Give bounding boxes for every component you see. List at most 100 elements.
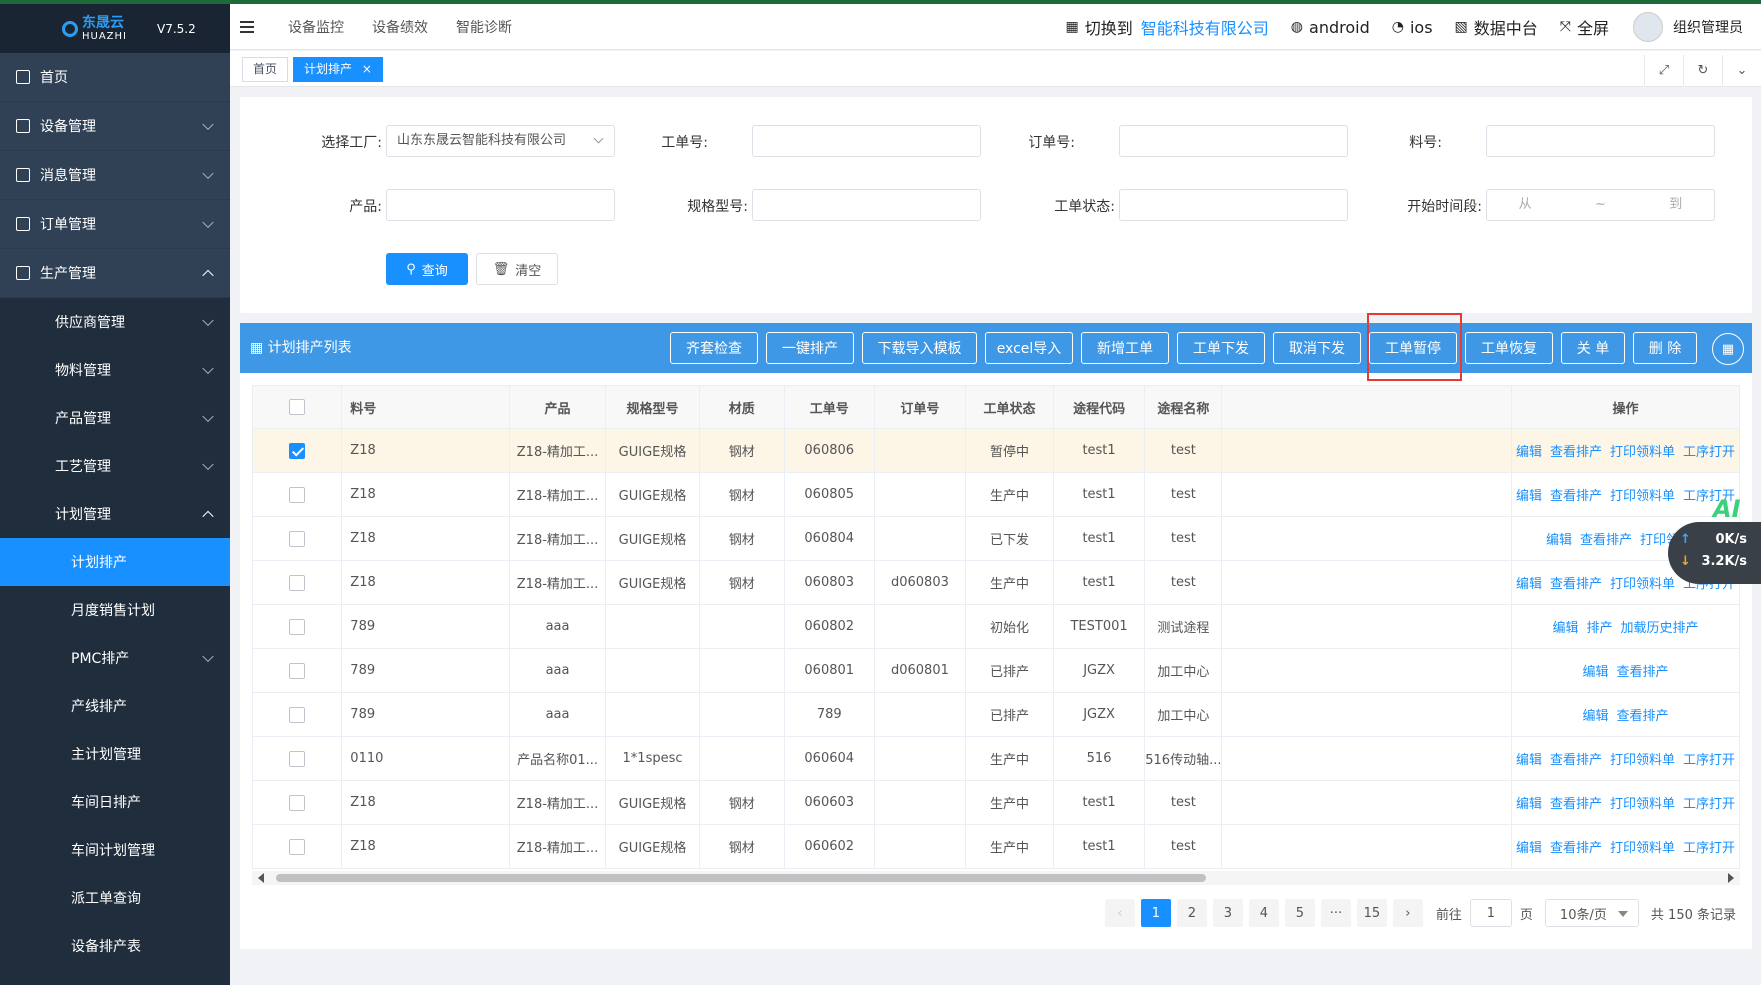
cancel-issue-button[interactable]: 取消下发 (1273, 332, 1361, 364)
sidebar-item-master-plan[interactable]: 主计划管理 (0, 730, 230, 778)
excel-import-button[interactable]: excel导入 (985, 332, 1073, 364)
row-action-link[interactable]: 编辑 (1516, 577, 1542, 592)
scroll-left-icon[interactable] (258, 873, 264, 883)
page-button[interactable]: 5 (1284, 899, 1315, 927)
resume-work-order-button[interactable]: 工单恢复 (1465, 332, 1553, 364)
factory-select[interactable]: 山东东晟云智能科技有限公司 (386, 125, 615, 157)
row-action-link[interactable]: 查看排产 (1550, 489, 1602, 504)
row-action-link[interactable]: 查看排产 (1550, 753, 1602, 768)
row-checkbox[interactable] (289, 794, 306, 811)
row-checkbox[interactable] (289, 442, 306, 459)
row-action-link[interactable]: 编辑 (1546, 533, 1572, 548)
spec-input[interactable] (752, 189, 981, 221)
hamburger-icon[interactable] (240, 20, 254, 33)
sidebar-item-supplier[interactable]: 供应商管理 (0, 298, 230, 346)
nav-device-monitor[interactable]: 设备监控 (288, 17, 344, 37)
row-checkbox[interactable] (289, 486, 306, 503)
row-action-link[interactable]: 工序打开 (1683, 445, 1735, 460)
company-name[interactable]: 智能科技有限公司 (1141, 15, 1269, 39)
row-action-link[interactable]: 编辑 (1516, 841, 1542, 856)
row-action-link[interactable]: 查看排产 (1550, 577, 1602, 592)
sidebar-item-material[interactable]: 物料管理 (0, 346, 230, 394)
product-input[interactable] (386, 189, 615, 221)
nav-device-performance[interactable]: 设备绩效 (372, 17, 428, 37)
period-range-input[interactable]: 从 ~ 到 (1486, 189, 1715, 221)
page-button[interactable]: 3 (1212, 899, 1243, 927)
page-size-select[interactable]: 10条/页 (1544, 899, 1639, 927)
query-button[interactable]: ⚲ 查询 (386, 253, 468, 285)
sidebar-item-line-scheduling[interactable]: 产线排产 (0, 682, 230, 730)
table-row[interactable]: Z18 Z18-精加工... GUIGE规格 钢材 060603 生产中 test1 test… (251, 780, 1741, 825)
row-action-link[interactable]: 查看排产 (1550, 797, 1602, 812)
issue-work-order-button[interactable]: 工单下发 (1177, 332, 1265, 364)
add-work-order-button[interactable]: 新增工单 (1081, 332, 1169, 364)
sidebar-item-production[interactable]: 生产管理 (0, 249, 230, 298)
close-icon[interactable]: × (362, 62, 372, 76)
table-row[interactable]: Z18 Z18-精加工... GUIGE规格 钢材 060804 已下发 test1 test… (251, 516, 1741, 561)
row-action-link[interactable]: 查看排产 (1616, 665, 1668, 680)
sidebar-item-pmc[interactable]: PMC排产 (0, 634, 230, 682)
table-row[interactable]: 0110 产品名称01... 1*1spesc 060604 生产中 516 516传动轴.… (251, 736, 1741, 781)
table-row[interactable]: 789 aaa 060802 初始化 TEST001 测试途程 编辑 排产 加载历史排产 (251, 604, 1741, 649)
row-checkbox[interactable] (289, 618, 306, 635)
row-action-link[interactable]: 编辑 (1552, 621, 1578, 636)
scroll-thumb[interactable] (276, 874, 1206, 882)
row-action-link[interactable]: 编辑 (1516, 445, 1542, 460)
ios-link[interactable]: ◔ ios (1392, 18, 1433, 37)
next-page-button[interactable]: › (1392, 899, 1423, 927)
sidebar-item-device[interactable]: 设备管理 (0, 102, 230, 151)
row-action-link[interactable]: 打印领料单 (1610, 489, 1675, 504)
row-action-link[interactable]: 工序打开 (1683, 753, 1735, 768)
table-row[interactable]: Z18 Z18-精加工... GUIGE规格 钢材 060602 生产中 test1 test… (251, 824, 1741, 869)
select-all-checkbox[interactable] (289, 399, 306, 415)
fullscreen-button[interactable]: ⤧ 全屏 (1560, 15, 1609, 39)
ai-badge[interactable]: AI (1713, 495, 1741, 523)
row-action-link[interactable]: 打印领料单 (1610, 841, 1675, 856)
sidebar-item-plan[interactable]: 计划管理 (0, 490, 230, 538)
row-checkbox[interactable] (289, 750, 306, 767)
sidebar-item-plan-scheduling[interactable]: 计划排产 (0, 538, 230, 586)
row-action-link[interactable]: 查看排产 (1550, 445, 1602, 460)
row-action-link[interactable]: 打印领料单 (1610, 577, 1675, 592)
sidebar-item-workshop-plan[interactable]: 车间计划管理 (0, 826, 230, 874)
more-pages-button[interactable]: ··· (1320, 899, 1351, 927)
row-action-link[interactable]: 编辑 (1516, 753, 1542, 768)
close-order-button[interactable]: 关 单 (1561, 332, 1625, 364)
scroll-right-icon[interactable] (1728, 873, 1734, 883)
sidebar-item-product[interactable]: 产品管理 (0, 394, 230, 442)
columns-icon[interactable]: ▦ (1712, 333, 1744, 365)
row-action-link[interactable]: 编辑 (1582, 665, 1608, 680)
table-row[interactable]: 789 aaa 789 已排产 JGZX 加工中心 编辑 查看排产 (251, 692, 1741, 737)
tag-home[interactable]: 首页 (242, 57, 289, 82)
network-speed-widget[interactable]: ↑ 0K/s ↓ 3.2K/s (1668, 522, 1761, 584)
sidebar-item-order[interactable]: 订单管理 (0, 200, 230, 249)
tag-plan-scheduling[interactable]: 计划排产 × (293, 57, 383, 82)
row-checkbox[interactable] (289, 662, 306, 679)
download-template-button[interactable]: 下载导入模板 (862, 332, 977, 364)
row-action-link[interactable]: 打印领料单 (1610, 753, 1675, 768)
android-link[interactable]: ◍ android (1291, 18, 1370, 37)
sidebar-item-workshop-daily[interactable]: 车间日排产 (0, 778, 230, 826)
row-action-link[interactable]: 工序打开 (1683, 797, 1735, 812)
delete-button[interactable]: 删 除 (1633, 332, 1697, 364)
row-checkbox[interactable] (289, 574, 306, 591)
row-action-link[interactable]: 排产 (1586, 621, 1612, 636)
row-action-link[interactable]: 打印领料单 (1610, 445, 1675, 460)
page-button[interactable]: 1 (1140, 899, 1171, 927)
table-row[interactable]: Z18 Z18-精加工... GUIGE规格 钢材 060803 d060803 生产中 te… (251, 560, 1741, 605)
sidebar-item-dispatch-query[interactable]: 派工单查询 (0, 874, 230, 922)
user-name[interactable]: 组织管理员 (1673, 17, 1743, 37)
sidebar-item-device-scheduling[interactable]: 设备排产表 (0, 922, 230, 970)
row-action-link[interactable]: 编辑 (1516, 797, 1542, 812)
table-row[interactable]: 789 aaa 060801 d060801 已排产 JGZX 加工中心 编辑 查看排产 (251, 648, 1741, 693)
row-checkbox[interactable] (289, 530, 306, 547)
one-click-schedule-button[interactable]: 一键排产 (766, 332, 854, 364)
sidebar-item-message[interactable]: 消息管理 (0, 151, 230, 200)
page-button[interactable]: 15 (1356, 899, 1387, 927)
clear-button[interactable]: 🗑 清空 (476, 253, 558, 285)
company-switch[interactable]: ▦ 切换到 智能科技有限公司 (1066, 15, 1269, 39)
pause-work-order-button[interactable]: 工单暂停 (1369, 332, 1457, 364)
order-no-input[interactable] (1119, 125, 1348, 157)
kit-check-button[interactable]: 齐套检查 (670, 332, 758, 364)
avatar[interactable] (1633, 12, 1663, 42)
